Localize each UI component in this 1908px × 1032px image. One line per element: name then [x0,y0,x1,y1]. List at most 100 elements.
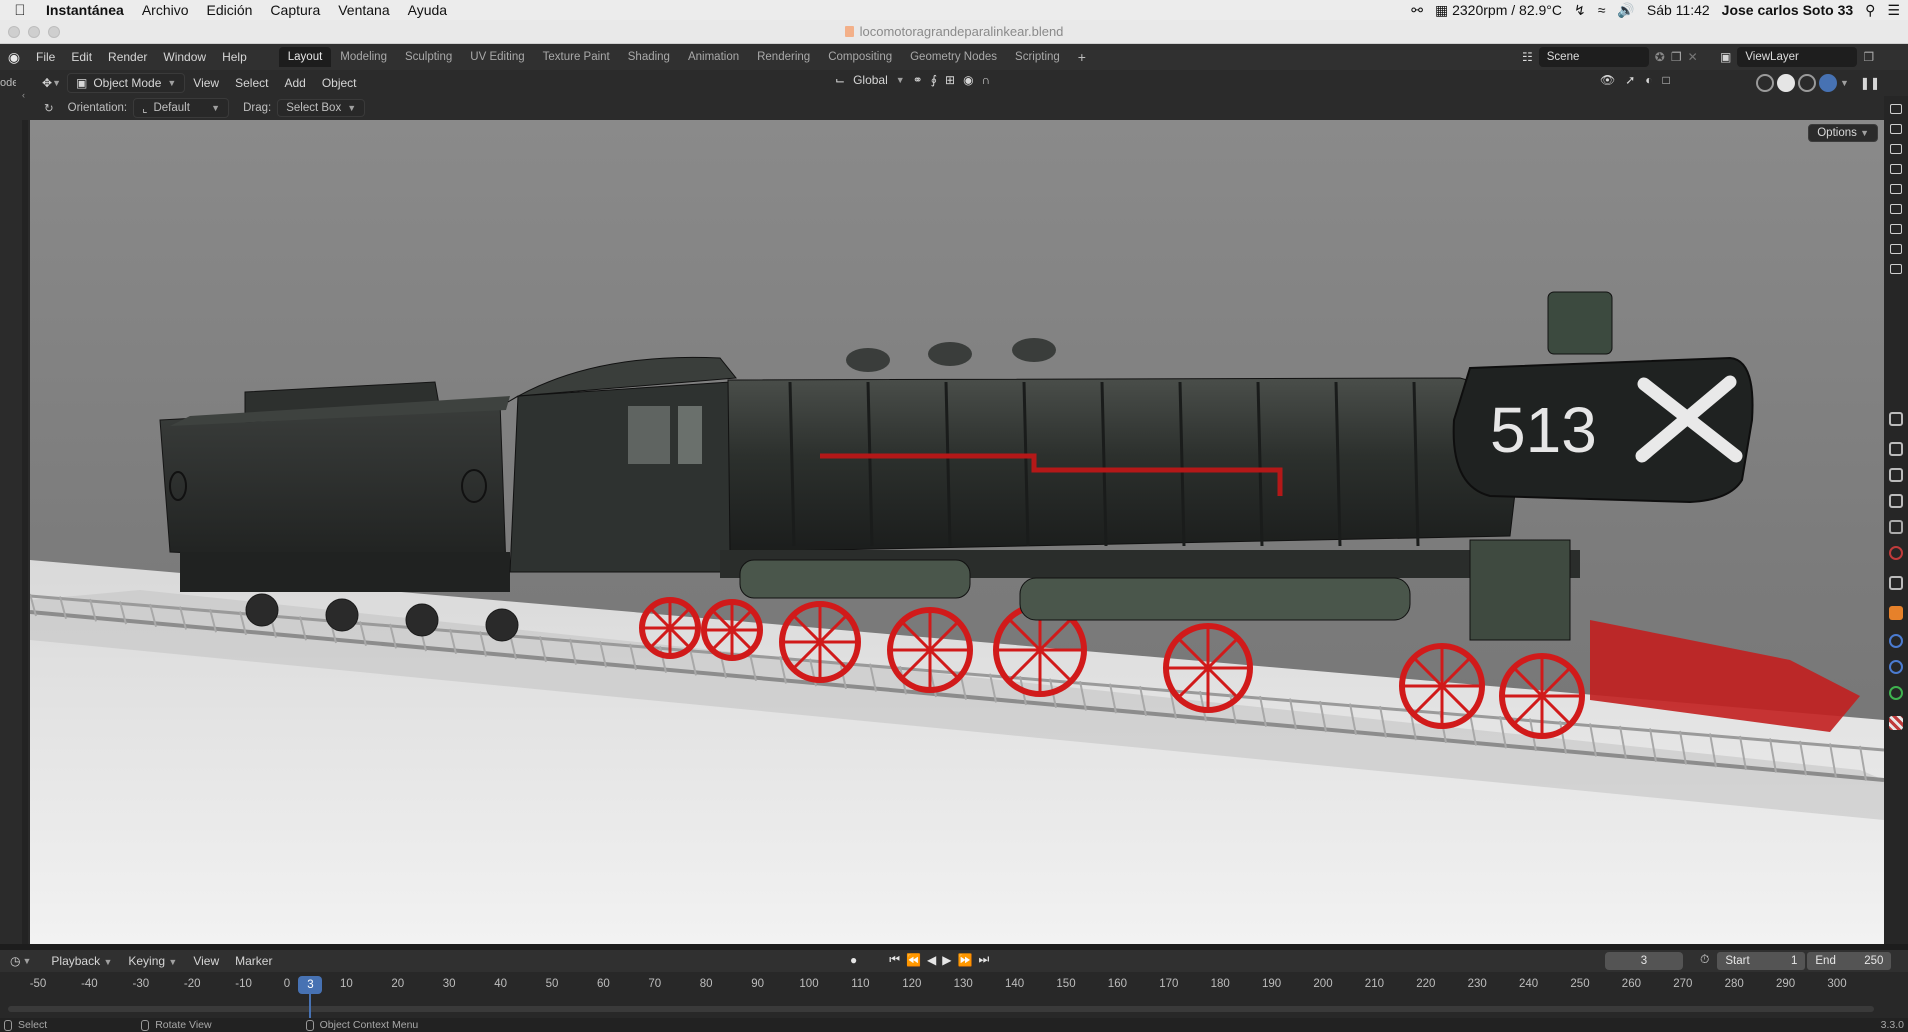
timeline-scrollbar[interactable] [8,1006,1874,1012]
prev-keyframe-icon[interactable]: ⏪ [906,953,921,967]
collection-properties-icon[interactable] [1889,576,1903,590]
volume-icon[interactable]: 🔊 [1617,2,1634,19]
bluetooth-icon[interactable]: ↯ [1574,2,1586,19]
constraint-properties-icon[interactable] [1889,686,1903,700]
options-dropdown[interactable]: Options ▼ [1808,124,1878,142]
spotlight-search-icon[interactable]: ⚲ [1865,2,1875,19]
jump-start-icon[interactable]: ⏮ [889,952,900,967]
menu-archivo[interactable]: Archivo [133,2,198,18]
play-icon[interactable]: ▶ [942,953,951,967]
tab-shading[interactable]: Shading [619,47,679,67]
clock[interactable]: Sáb 11:42 [1647,2,1710,18]
editor-type-icon[interactable]: ✥ [42,76,52,90]
fan-status[interactable]: ▦ 2320rpm / 82.9°C [1435,2,1562,19]
scene-field[interactable]: Scene [1538,47,1649,67]
tab-scripting[interactable]: Scripting [1006,47,1069,67]
menu-view[interactable]: View [185,76,227,90]
menu-help[interactable]: Help [214,50,255,64]
playhead[interactable]: 3 [298,976,323,994]
view-layer-icon[interactable]: ▣ [1720,50,1731,64]
add-workspace-icon[interactable]: + [1069,45,1095,69]
gizmo-icon[interactable]: ➚ [1625,73,1635,87]
timeline-editor-icon[interactable]: ◷ [10,954,20,968]
tab-animation[interactable]: Animation [679,47,748,67]
overlay-icon[interactable]: ◐ [1645,73,1652,87]
new-view-layer-icon[interactable]: ❐ [1863,50,1874,64]
start-frame-field[interactable]: Start 1 [1717,952,1806,970]
mode-dropdown[interactable]: ▣ Object Mode ▼ [66,73,186,93]
delete-scene-icon[interactable]: ✕ [1688,50,1698,64]
snap-icon[interactable]: ∮ [931,73,937,87]
tab-geometry-nodes[interactable]: Geometry Nodes [901,47,1006,67]
blender-logo-icon[interactable]: ◉ [0,49,28,66]
snap-target-icon[interactable]: ⊞ [945,73,955,87]
scene-properties-icon[interactable] [1889,520,1903,534]
view-layer-field[interactable]: ViewLayer [1737,47,1858,67]
camera-icon[interactable] [1890,164,1902,174]
menu-add[interactable]: Add [276,76,313,90]
tab-modeling[interactable]: Modeling [331,47,396,67]
end-frame-field[interactable]: End 250 [1807,952,1892,970]
menu-marker[interactable]: Marker [227,954,280,968]
transform-orientation-dropdown[interactable]: Global [853,73,888,87]
tab-texture-paint[interactable]: Texture Paint [534,47,619,67]
toolbar-resize-handle[interactable] [22,120,28,944]
user-name[interactable]: Jose carlos Soto 33 [1722,2,1854,18]
pivot-point-icon[interactable]: ⚭ [913,73,923,87]
falloff-icon[interactable]: ∩ [982,73,991,87]
camera-icon[interactable] [1890,184,1902,194]
solid-shading-button[interactable] [1777,74,1795,92]
wifi-icon[interactable]: ≈ [1598,2,1606,18]
3d-viewport[interactable]: 513 Options ▼ [30,120,1884,944]
object-properties-icon[interactable] [1889,606,1903,620]
drag-dropdown[interactable]: Select Box ▼ [277,99,366,117]
menu-ventana[interactable]: Ventana [329,2,398,18]
tab-rendering[interactable]: Rendering [748,47,819,67]
menu-captura[interactable]: Captura [261,2,329,18]
menu-edicion[interactable]: Edición [198,2,262,18]
pin-icon[interactable]: ✪ [1655,50,1665,64]
menu-object[interactable]: Object [314,76,365,90]
menu-file[interactable]: File [28,50,63,64]
jump-end-icon[interactable]: ⏭ [978,952,989,967]
current-frame-field[interactable]: 3 [1605,952,1683,970]
preview-range-icon[interactable]: ⏱ [1700,952,1709,970]
camera-icon[interactable] [1890,204,1902,214]
output-properties-icon[interactable] [1889,468,1903,482]
record-icon[interactable]: ● [850,953,857,967]
next-keyframe-icon[interactable]: ⏩ [957,953,972,967]
play-reverse-icon[interactable]: ◀ [927,953,936,967]
texture-properties-icon[interactable] [1889,716,1903,730]
camera-icon[interactable] [1890,264,1902,274]
tab-compositing[interactable]: Compositing [819,47,901,67]
scene-icon[interactable]: ☷ [1522,50,1533,64]
control-center-icon[interactable]: ☰ [1887,2,1900,19]
camera-icon[interactable] [1890,144,1902,154]
menu-render[interactable]: Render [100,50,155,64]
particle-properties-icon[interactable] [1889,660,1903,674]
camera-icon[interactable] [1890,244,1902,254]
orientation-dropdown[interactable]: ⌞ Default ▼ [133,98,230,118]
menu-select[interactable]: Select [227,76,276,90]
tool-icon[interactable]: ↻ [44,101,54,115]
menu-playback[interactable]: Playback ▼ [43,954,120,968]
camera-icon[interactable] [1890,224,1902,234]
expand-toolbar-icon[interactable]: ‹ [22,90,25,100]
view-layer-properties-icon[interactable] [1889,494,1903,508]
render-properties-icon[interactable] [1889,442,1903,456]
creative-cloud-icon[interactable]: ⚯ [1411,2,1423,19]
menu-app[interactable]: Instantánea [40,2,133,18]
tool-properties-icon[interactable] [1889,412,1903,426]
xray-icon[interactable]: □ [1663,73,1670,87]
menu-ayuda[interactable]: Ayuda [399,2,456,18]
rendered-shading-button[interactable] [1819,74,1837,92]
tab-uv-editing[interactable]: UV Editing [461,47,533,67]
new-scene-icon[interactable]: ❐ [1671,50,1682,64]
camera-icon[interactable] [1890,104,1902,114]
menu-keying[interactable]: Keying ▼ [120,954,185,968]
tab-sculpting[interactable]: Sculpting [396,47,461,67]
pause-render-icon[interactable]: ❚❚ [1860,76,1880,90]
world-properties-icon[interactable] [1889,546,1903,560]
menu-timeline-view[interactable]: View [185,954,227,968]
camera-icon[interactable] [1890,124,1902,134]
